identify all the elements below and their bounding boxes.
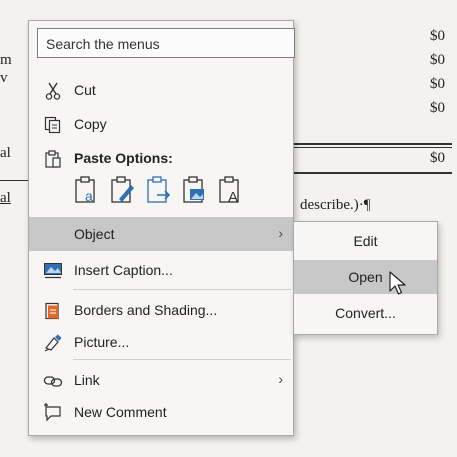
menu-item-label: New Comment (74, 404, 167, 420)
menu-item-insert-caption[interactable]: Insert Caption... (29, 253, 293, 287)
svg-text:a: a (85, 188, 93, 204)
menu-separator (73, 359, 291, 360)
submenu-item-open[interactable]: Open (294, 260, 437, 294)
amount-cell: $0 (430, 52, 445, 68)
paste-merge-formatting-icon[interactable] (109, 175, 137, 207)
menu-item-link[interactable]: Link › (29, 363, 293, 397)
menu-item-object[interactable]: Object › (29, 217, 293, 251)
menu-item-paste-options: Paste Options: (29, 141, 293, 175)
menu-item-cut[interactable]: Cut (29, 73, 293, 107)
object-submenu: Edit Open Convert... (293, 221, 438, 335)
amount-cell: $0 (430, 150, 445, 166)
menu-item-picture[interactable]: Picture... (29, 325, 293, 359)
chevron-right-icon: › (278, 371, 283, 387)
paste-picture-icon[interactable] (145, 175, 173, 207)
context-menu: Search the menus Cut Copy Paste Options: (28, 20, 295, 436)
submenu-item-label: Convert... (335, 305, 396, 321)
amount-cell: $0 (430, 76, 445, 92)
menu-item-label: Copy (74, 116, 107, 132)
search-menus-input[interactable]: Search the menus (37, 28, 295, 58)
copy-icon (44, 116, 61, 134)
chevron-right-icon: › (278, 225, 283, 241)
menu-separator (73, 289, 291, 290)
text-fragment: m (0, 52, 12, 68)
menu-item-label: Picture... (74, 334, 130, 350)
paste-keep-text-only-icon[interactable]: A (217, 175, 245, 207)
scissors-icon (45, 82, 61, 100)
paste-keep-source-formatting-icon[interactable]: a (73, 175, 101, 207)
amount-cell: $0 (430, 100, 445, 116)
table-rule (292, 172, 452, 174)
text-fragment: al (0, 145, 11, 161)
menu-item-label: Paste Options: (74, 150, 173, 166)
menu-item-new-comment[interactable]: New Comment (29, 395, 293, 429)
submenu-item-label: Open (348, 269, 383, 285)
table-rule (292, 143, 452, 145)
menu-item-label: Cut (74, 82, 96, 98)
paste-linked-picture-icon[interactable] (181, 175, 209, 207)
submenu-item-edit[interactable]: Edit (294, 224, 437, 258)
mouse-pointer-icon (389, 271, 406, 295)
new-comment-icon (44, 403, 61, 422)
describe-text: describe.)·¶ (300, 197, 371, 213)
borders-shading-icon (45, 302, 59, 320)
link-icon (43, 376, 63, 387)
table-rule (0, 180, 28, 181)
menu-item-copy[interactable]: Copy (29, 107, 293, 141)
menu-item-label: Insert Caption... (74, 262, 173, 278)
menu-item-label: Object (74, 226, 115, 242)
table-rule (292, 147, 452, 148)
clipboard-icon (45, 150, 61, 168)
insert-caption-icon (44, 263, 62, 279)
menu-item-label: Borders and Shading... (74, 302, 218, 318)
submenu-item-label: Edit (353, 233, 378, 249)
menu-item-label: Link (74, 372, 100, 388)
text-fragment: al (0, 190, 11, 206)
paste-options-row: a A (73, 175, 283, 211)
svg-text:A: A (228, 189, 238, 206)
text-fragment: v (0, 70, 8, 86)
picture-format-icon (44, 334, 62, 352)
menu-item-borders-and-shading[interactable]: Borders and Shading... (29, 293, 293, 327)
amount-cell: $0 (430, 28, 445, 44)
submenu-item-convert[interactable]: Convert... (294, 296, 437, 330)
